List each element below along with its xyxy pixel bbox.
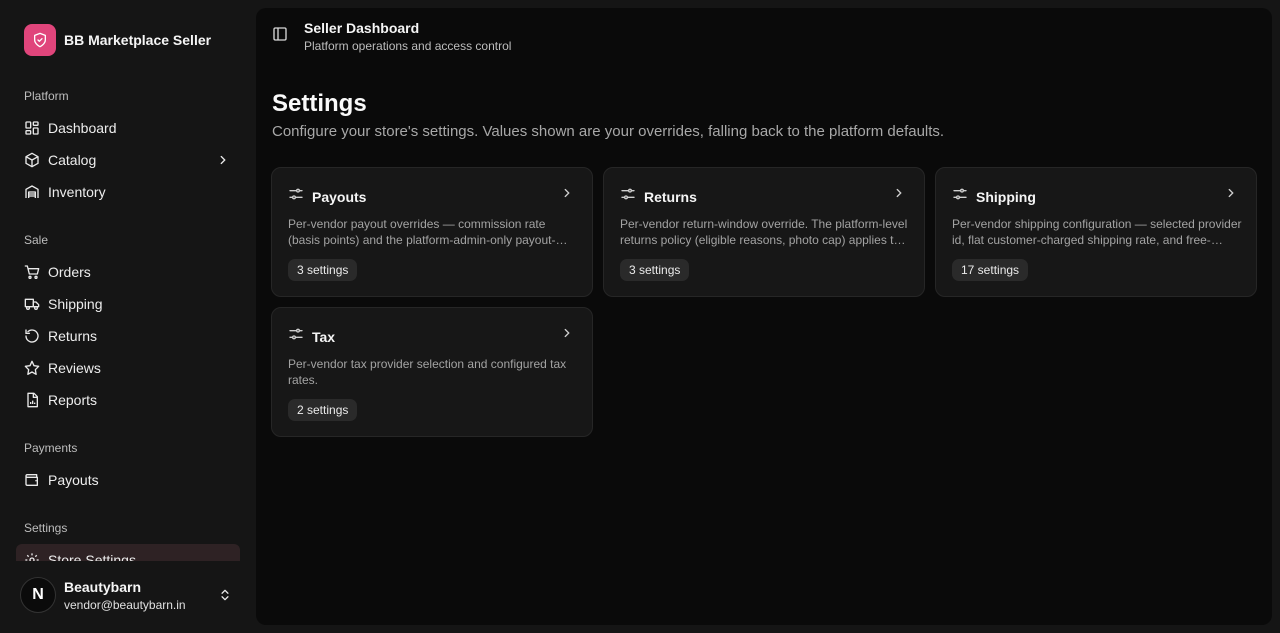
nav-group-label-sale: Sale	[24, 233, 49, 247]
sidebar-item-returns[interactable]: Returns	[16, 320, 240, 352]
sliders-icon	[288, 326, 304, 347]
sidebar-toggle-icon[interactable]	[272, 26, 292, 46]
top-bar: Seller Dashboard Platform operations and…	[272, 20, 511, 53]
header-title: Seller Dashboard	[304, 20, 420, 36]
sidebar-nav[interactable]: Platform Dashboard Catalog Inventory Sal…	[0, 80, 256, 561]
sidebar-item-catalog[interactable]: Catalog	[16, 144, 240, 176]
sidebar-item-label: Catalog	[48, 152, 97, 168]
card-description: Per-vendor shipping configuration — sele…	[952, 217, 1242, 247]
sidebar-item-payouts[interactable]: Payouts	[16, 464, 240, 496]
chevron-right-icon	[1224, 186, 1238, 205]
chevrons-up-down-icon[interactable]	[218, 587, 232, 608]
chevron-right-icon	[216, 153, 230, 170]
cart-icon	[24, 264, 40, 280]
card-description: Per-vendor tax provider selection and co…	[288, 357, 567, 387]
chevron-right-icon	[560, 186, 574, 205]
sidebar-item-label: Shipping	[48, 296, 103, 312]
user-name: Beautybarn	[64, 578, 142, 595]
sidebar-item-reviews[interactable]: Reviews	[16, 352, 240, 384]
sidebar-item-dashboard[interactable]: Dashboard	[16, 112, 240, 144]
sidebar-item-label: Orders	[48, 264, 91, 280]
gear-icon	[24, 552, 40, 561]
nav-group-label-settings: Settings	[24, 521, 68, 535]
card-title: Shipping	[976, 188, 1036, 205]
sidebar-item-inventory[interactable]: Inventory	[16, 176, 240, 208]
undo-icon	[24, 328, 40, 344]
chevron-right-icon	[560, 326, 574, 345]
card-title: Tax	[312, 328, 336, 345]
settings-count-badge: 17 settings	[952, 259, 1029, 281]
report-icon	[24, 392, 40, 408]
page-description: Configure your store's settings. Values …	[272, 123, 945, 140]
page-title: Settings	[272, 90, 367, 117]
settings-count-badge: 3 settings	[620, 259, 690, 281]
truck-icon	[24, 296, 40, 312]
chevron-right-icon	[892, 186, 906, 205]
card-description: Per-vendor payout overrides — commission…	[288, 217, 556, 247]
sidebar-item-label: Payouts	[48, 472, 99, 488]
settings-card-returns[interactable]: Returns Per-vendor return-window overrid…	[603, 167, 925, 297]
settings-count-badge: 2 settings	[288, 399, 358, 421]
sidebar-item-label: Returns	[48, 328, 98, 344]
settings-card-tax[interactable]: Tax Per-vendor tax provider selection an…	[271, 307, 593, 437]
sidebar-item-label: Reports	[48, 392, 98, 408]
card-title: Payouts	[312, 188, 367, 205]
sliders-icon	[288, 186, 304, 207]
sidebar-item-label: Reviews	[48, 360, 101, 376]
star-icon	[24, 360, 40, 376]
settings-count-badge: 3 settings	[288, 259, 358, 281]
sliders-icon	[620, 186, 636, 207]
sidebar-item-label: Dashboard	[48, 120, 117, 136]
package-icon	[24, 152, 40, 168]
shield-icon	[24, 23, 56, 56]
card-description: Per-vendor return-window override. The p…	[620, 217, 908, 247]
sliders-icon	[952, 186, 968, 207]
sidebar-item-label: Inventory	[48, 184, 106, 200]
nav-group-label-platform: Platform	[24, 89, 69, 103]
brand[interactable]: BB Marketplace Seller	[24, 23, 211, 56]
user-menu[interactable]: N Beautybarn vendor@beautybarn.in	[16, 571, 240, 619]
main-panel: Seller Dashboard Platform operations and…	[256, 8, 1272, 625]
card-title: Returns	[644, 188, 697, 205]
sidebar-item-label: Store Settings	[48, 552, 136, 561]
header-subtitle: Platform operations and access control	[304, 39, 512, 53]
settings-card-shipping[interactable]: Shipping Per-vendor shipping configurati…	[935, 167, 1257, 297]
sidebar: BB Marketplace Seller Platform Dashboard…	[0, 0, 256, 633]
sidebar-item-shipping[interactable]: Shipping	[16, 288, 240, 320]
user-email: vendor@beautybarn.in	[64, 597, 186, 612]
sidebar-item-store-settings[interactable]: Store Settings	[16, 544, 240, 561]
sidebar-item-reports[interactable]: Reports	[16, 384, 240, 416]
settings-card-payouts[interactable]: Payouts Per-vendor payout overrides — co…	[271, 167, 593, 297]
nav-group-label-payments: Payments	[24, 441, 78, 455]
warehouse-icon	[24, 184, 40, 200]
wallet-icon	[24, 472, 40, 488]
brand-name: BB Marketplace Seller	[64, 31, 212, 48]
sidebar-item-orders[interactable]: Orders	[16, 256, 240, 288]
avatar: N	[20, 577, 56, 613]
dashboard-icon	[24, 120, 40, 136]
